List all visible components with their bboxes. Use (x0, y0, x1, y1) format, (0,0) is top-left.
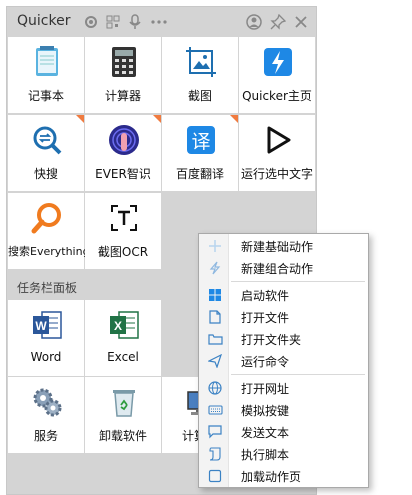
script-icon (207, 446, 223, 462)
action-services[interactable]: 服务 (8, 377, 84, 453)
menu-item-label: 新建基础动作 (241, 240, 314, 254)
menu-item-open-url[interactable]: 打开网址 (199, 377, 368, 399)
window-title: Quicker (17, 13, 71, 29)
services-icon (30, 385, 64, 419)
action-label: 运行选中文字 (240, 167, 313, 181)
badge-corner (230, 115, 238, 123)
file-icon (207, 309, 223, 325)
action-uninstall[interactable]: 卸载软件 (85, 377, 161, 453)
menu-item-new-basic-action[interactable]: 新建基础动作 (199, 235, 368, 257)
menu-item-run-script[interactable]: 执行脚本 (199, 443, 368, 465)
action-label: 百度翻译 (175, 167, 224, 181)
gear-icon[interactable] (81, 12, 101, 32)
windows-icon (207, 287, 223, 303)
plus-icon (207, 238, 223, 254)
keyboard-icon (207, 402, 223, 418)
menu-item-label: 打开文件夹 (241, 333, 302, 347)
action-label: 服务 (33, 429, 58, 443)
empty-slot[interactable] (85, 454, 161, 494)
menu-separator (231, 281, 365, 282)
badge-corner (76, 115, 84, 123)
ever-icon (107, 123, 141, 157)
folder-icon (207, 331, 223, 347)
action-label: 快搜 (33, 167, 58, 181)
menu-item-label: 加载动作页 (241, 470, 302, 484)
menu-item-send-text[interactable]: 发送文本 (199, 421, 368, 443)
action-screenshot[interactable]: 截图 (162, 37, 238, 113)
svg-text:译: 译 (191, 131, 210, 153)
run-selection-icon (261, 123, 295, 157)
menu-item-label: 模拟按键 (241, 404, 290, 418)
action-excel[interactable]: X Excel (85, 300, 161, 376)
action-ever[interactable]: EVER智识 (85, 115, 161, 191)
action-calculator[interactable]: 计算器 (85, 37, 161, 113)
qr-code-icon[interactable] (103, 12, 123, 32)
action-label: 截图OCR (97, 245, 149, 259)
action-label: Quicker主页 (242, 89, 312, 103)
action-label: 截图 (187, 89, 212, 103)
menu-separator (231, 374, 365, 375)
menu-item-run-command[interactable]: 运行命令 (199, 350, 368, 372)
globe-icon (207, 380, 223, 396)
excel-icon: X (107, 308, 141, 342)
more-icon[interactable] (149, 12, 169, 32)
svg-text:X: X (114, 319, 122, 333)
menu-item-open-file[interactable]: 打开文件 (199, 306, 368, 328)
menu-item-new-combo-action[interactable]: 新建组合动作 (199, 257, 368, 279)
close-icon[interactable] (291, 12, 311, 32)
action-quicker-home[interactable]: Quicker主页 (239, 37, 315, 113)
action-ocr[interactable]: 截图OCR (85, 193, 161, 269)
menu-item-label: 打开文件 (241, 311, 290, 325)
uninstall-icon (107, 385, 141, 419)
action-word[interactable]: W Word (8, 300, 84, 376)
menu-item-simulate-keys[interactable]: 模拟按键 (199, 399, 368, 421)
menu-item-label: 启动软件 (241, 289, 290, 303)
action-run-selection[interactable]: 运行选中文字 (239, 115, 315, 191)
action-label: 搜索Everything (8, 245, 90, 258)
menu-item-label: 运行命令 (241, 355, 290, 369)
notepad-icon (30, 45, 64, 79)
screenshot-icon (184, 45, 218, 79)
menu-item-label: 发送文本 (241, 426, 290, 440)
action-quick-search[interactable]: 快搜 (8, 115, 84, 191)
ocr-icon (107, 201, 141, 235)
everything-search-icon (30, 201, 64, 235)
message-icon (207, 424, 223, 440)
user-icon[interactable] (244, 12, 264, 32)
microphone-icon[interactable] (125, 12, 145, 32)
action-label: Excel (107, 350, 139, 364)
action-translate[interactable]: 译 百度翻译 (162, 115, 238, 191)
quick-search-icon (30, 123, 64, 157)
action-everything-search[interactable]: 搜索Everything (8, 193, 90, 269)
action-label: 计算器 (104, 89, 141, 103)
quicker-home-icon (261, 45, 295, 79)
menu-item-open-folder[interactable]: 打开文件夹 (199, 328, 368, 350)
menu-item-label: 执行脚本 (241, 448, 290, 462)
taskbar-panel-title: 任务栏面板 (17, 281, 78, 295)
menu-item-label: 新建组合动作 (241, 262, 314, 276)
action-label: Word (30, 350, 62, 364)
action-label: 卸载软件 (98, 429, 147, 443)
send-icon (207, 353, 223, 369)
pin-icon[interactable] (268, 12, 288, 32)
menu-item-label: 打开网址 (241, 382, 290, 396)
action-notepad[interactable]: 记事本 (8, 37, 84, 113)
page-icon (207, 468, 223, 484)
title-bar[interactable]: Quicker (7, 7, 316, 37)
lightning-icon (207, 260, 223, 276)
svg-text:W: W (35, 319, 47, 333)
translate-icon: 译 (184, 123, 218, 157)
word-icon: W (30, 308, 64, 342)
action-label: 记事本 (27, 89, 64, 103)
action-label: EVER智识 (95, 167, 151, 181)
menu-item-launch-app[interactable]: 启动软件 (199, 284, 368, 306)
calculator-icon (107, 45, 141, 79)
badge-corner (153, 115, 161, 123)
context-menu: 新建基础动作 新建组合动作 启动软件 打开文件 打开文件夹 运行命令 打开网址 … (198, 233, 369, 488)
empty-slot[interactable] (8, 454, 84, 494)
menu-item-load-action-page[interactable]: 加载动作页 (199, 465, 368, 487)
